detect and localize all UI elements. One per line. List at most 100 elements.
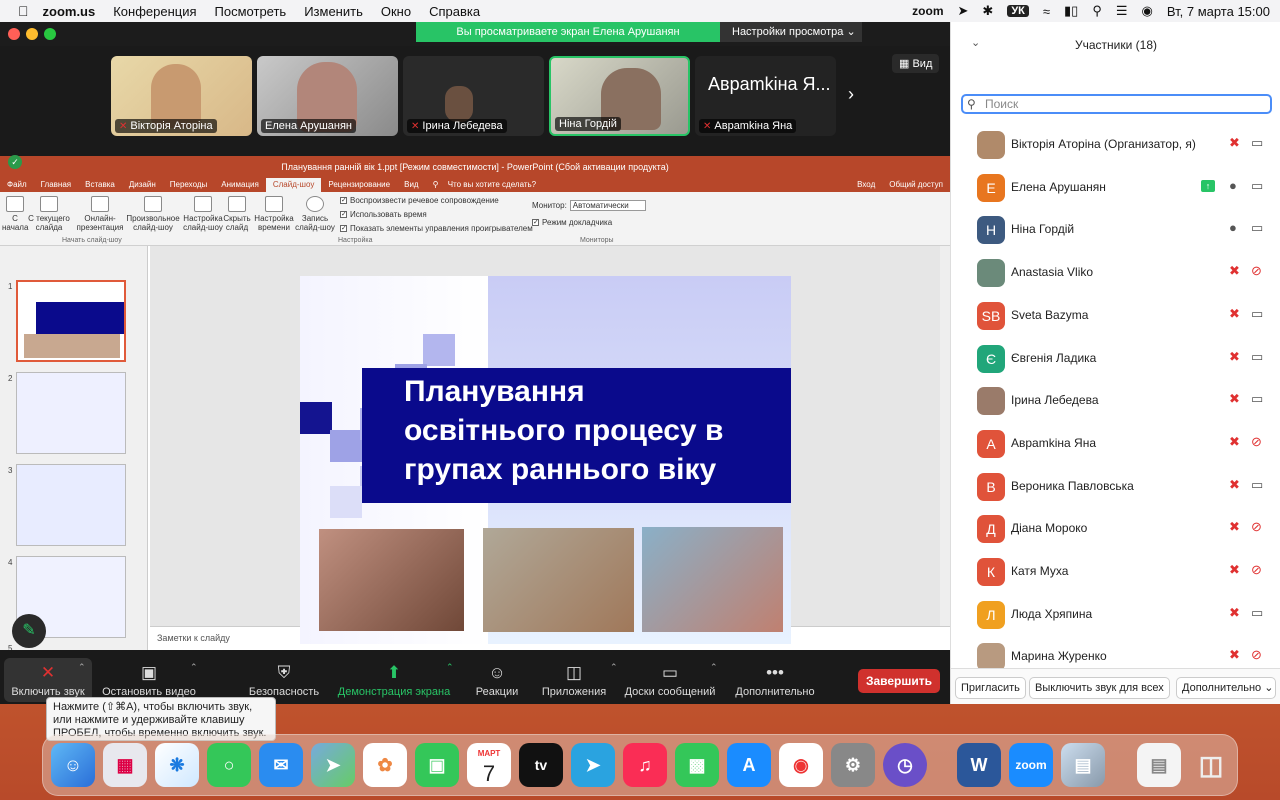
spotlight-icon[interactable]: ⚲ bbox=[1092, 3, 1102, 19]
menu-conference[interactable]: Конференция bbox=[113, 4, 196, 19]
camera-off-icon[interactable]: ⊘ bbox=[1251, 263, 1262, 279]
camera-icon[interactable]: ▭ bbox=[1251, 135, 1263, 151]
camera-icon[interactable]: ▭ bbox=[1251, 306, 1263, 322]
tab-file[interactable]: Файл bbox=[0, 178, 34, 192]
mic-muted-icon[interactable]: ✖ bbox=[1229, 605, 1240, 621]
participant-row[interactable]: Л Люда Хряпина ✖ ▭ bbox=[951, 594, 1280, 636]
timings-checkbox[interactable]: ✓ Использовать время bbox=[340, 210, 427, 219]
login-link[interactable]: Вход bbox=[850, 178, 882, 192]
rehearse-timings-button[interactable]: Настройка времени bbox=[254, 196, 294, 232]
narration-checkbox[interactable]: ✓ Воспроизвести речевое сопровождение bbox=[340, 196, 499, 205]
maps-icon[interactable]: ➤ bbox=[311, 743, 355, 787]
control-center-icon[interactable]: ☰ bbox=[1116, 3, 1128, 19]
media-controls-checkbox[interactable]: ✓ Показать элементы управления проигрыват… bbox=[340, 224, 533, 233]
participant-row[interactable]: К Катя Муха ✖ ⊘ bbox=[951, 551, 1280, 593]
stop-video-button[interactable]: ▣ Остановить видео bbox=[100, 662, 198, 698]
wifi-icon[interactable]: ≈ bbox=[1043, 4, 1050, 19]
participant-row[interactable]: Н Ніна Гордій ● ▭ bbox=[951, 209, 1280, 251]
whiteboards-button[interactable]: ▭ Доски сообщений bbox=[620, 662, 720, 698]
reactions-button[interactable]: ☺ Реакции bbox=[470, 662, 524, 698]
more-button[interactable]: ••• Дополнительно bbox=[730, 662, 820, 698]
security-button[interactable]: ⛨ Безопасность bbox=[244, 662, 324, 698]
telegram-status-icon[interactable]: ➤ bbox=[958, 3, 969, 19]
camera-icon[interactable]: ▭ bbox=[1251, 391, 1263, 407]
camera-off-icon[interactable]: ⊘ bbox=[1251, 434, 1262, 450]
safari-icon[interactable]: ❋ bbox=[155, 743, 199, 787]
bluetooth-status-icon[interactable]: ✱ bbox=[982, 3, 993, 19]
camera-icon[interactable]: ▭ bbox=[1251, 477, 1263, 493]
slide-thumbnail[interactable] bbox=[16, 280, 126, 362]
tab-view[interactable]: Вид bbox=[397, 178, 425, 192]
participant-row[interactable]: Ірина Лебедева ✖ ▭ bbox=[951, 380, 1280, 422]
from-current-button[interactable]: С текущего слайда bbox=[28, 196, 70, 232]
hide-slide-button[interactable]: Скрыть слайд bbox=[223, 196, 251, 232]
participant-row[interactable]: В Вероника Павловська ✖ ▭ bbox=[951, 466, 1280, 508]
camera-off-icon[interactable]: ⊘ bbox=[1251, 519, 1262, 535]
caret-up-icon[interactable]: ⌃ bbox=[78, 662, 86, 673]
tab-design[interactable]: Дизайн bbox=[122, 178, 163, 192]
mic-muted-icon[interactable]: ✖ bbox=[1229, 647, 1240, 663]
mic-muted-icon[interactable]: ✖ bbox=[1229, 434, 1240, 450]
video-tile-active-speaker[interactable]: Ніна Гордій bbox=[549, 56, 690, 136]
view-options-button[interactable]: Настройки просмотра ⌄ bbox=[720, 22, 862, 42]
menu-help[interactable]: Справка bbox=[429, 4, 480, 19]
zoom-status-icon[interactable]: zoom bbox=[912, 4, 943, 18]
setup-show-button[interactable]: Настройка слайд-шоу bbox=[183, 196, 223, 232]
tab-home[interactable]: Главная bbox=[34, 178, 78, 192]
video-tile[interactable]: Елена Арушанян bbox=[257, 56, 398, 136]
participant-row[interactable]: А Авраmkіна Яна ✖ ⊘ bbox=[951, 423, 1280, 465]
next-page-chevron-icon[interactable]: › bbox=[848, 84, 854, 105]
participant-row[interactable]: Anastasia Vliko ✖ ⊘ bbox=[951, 252, 1280, 294]
caret-up-icon[interactable]: ⌃ bbox=[710, 662, 718, 673]
mic-muted-icon[interactable]: ✖ bbox=[1229, 519, 1240, 535]
menu-app-name[interactable]: zoom.us bbox=[43, 4, 96, 19]
mic-muted-icon[interactable]: ✖ bbox=[1229, 263, 1240, 279]
calendar-icon[interactable]: МАРТ 7 bbox=[467, 743, 511, 787]
finder-icon[interactable]: ☺ bbox=[51, 743, 95, 787]
apple-icon[interactable]:  bbox=[18, 3, 29, 19]
tell-me-box[interactable]: ⚲ Что вы хотите сделать? bbox=[426, 178, 551, 192]
mic-muted-icon[interactable]: ✖ bbox=[1229, 391, 1240, 407]
telegram-icon[interactable]: ➤ bbox=[571, 743, 615, 787]
share-screen-button[interactable]: ⬆ Демонстрация экрана bbox=[334, 662, 454, 698]
settings-icon[interactable]: ⚙ bbox=[831, 743, 875, 787]
document-icon[interactable]: ▤ bbox=[1137, 743, 1181, 787]
menu-view[interactable]: Посмотреть bbox=[215, 4, 287, 19]
caret-up-icon[interactable]: ⌃ bbox=[446, 662, 454, 673]
mic-muted-icon[interactable]: ✖ bbox=[1229, 562, 1240, 578]
end-meeting-button[interactable]: Завершить bbox=[858, 669, 940, 693]
mic-muted-icon[interactable]: ✖ bbox=[1229, 477, 1240, 493]
music-icon[interactable]: ♫ bbox=[623, 743, 667, 787]
siri-icon[interactable]: ◉ bbox=[1142, 3, 1153, 19]
slide-thumbnail[interactable] bbox=[16, 372, 126, 454]
apple-tv-icon[interactable]: tv bbox=[519, 743, 563, 787]
participant-row[interactable]: SB Sveta Bazyma ✖ ▭ bbox=[951, 295, 1280, 337]
participant-row[interactable]: Д Діана Мороко ✖ ⊘ bbox=[951, 508, 1280, 550]
minimize-window-icon[interactable] bbox=[26, 28, 38, 40]
zoom-app-icon[interactable]: zoom bbox=[1009, 743, 1053, 787]
video-tile[interactable]: ✕ Вікторія Аторіна bbox=[111, 56, 252, 136]
menu-window[interactable]: Окно bbox=[381, 4, 411, 19]
input-language[interactable]: УК bbox=[1007, 5, 1029, 17]
photos-icon[interactable]: ✿ bbox=[363, 743, 407, 787]
caret-up-icon[interactable]: ⌃ bbox=[190, 662, 198, 673]
record-show-button[interactable]: Запись слайд-шоу bbox=[294, 196, 336, 232]
battery-icon[interactable]: ▮▯ bbox=[1064, 3, 1078, 19]
apps-button[interactable]: ◫ Приложения bbox=[538, 662, 610, 698]
facetime-icon[interactable]: ▣ bbox=[415, 743, 459, 787]
online-presentation-button[interactable]: Онлайн-презентация bbox=[76, 196, 124, 232]
participant-row[interactable]: Вікторія Аторіна (Организатор, я) ✖ ▭ bbox=[951, 124, 1280, 166]
tab-review[interactable]: Рецензирование bbox=[321, 178, 397, 192]
preview-icon[interactable]: ▤ bbox=[1061, 743, 1105, 787]
custom-show-button[interactable]: Произвольное слайд-шоу bbox=[126, 196, 180, 232]
caret-up-icon[interactable]: ⌃ bbox=[610, 662, 618, 673]
view-button[interactable]: ▦ Вид bbox=[892, 54, 940, 73]
camera-off-icon[interactable]: ⊘ bbox=[1251, 562, 1262, 578]
share-link[interactable]: Общий доступ bbox=[882, 178, 950, 192]
invite-button[interactable]: Пригласить bbox=[955, 677, 1026, 699]
from-start-button[interactable]: С начала bbox=[2, 196, 28, 232]
launchpad-icon[interactable]: ▦ bbox=[103, 743, 147, 787]
mail-icon[interactable]: ✉ bbox=[259, 743, 303, 787]
panel-more-button[interactable]: Дополнительно ⌄ bbox=[1176, 677, 1276, 699]
mic-muted-icon[interactable]: ✖ bbox=[1229, 135, 1240, 151]
